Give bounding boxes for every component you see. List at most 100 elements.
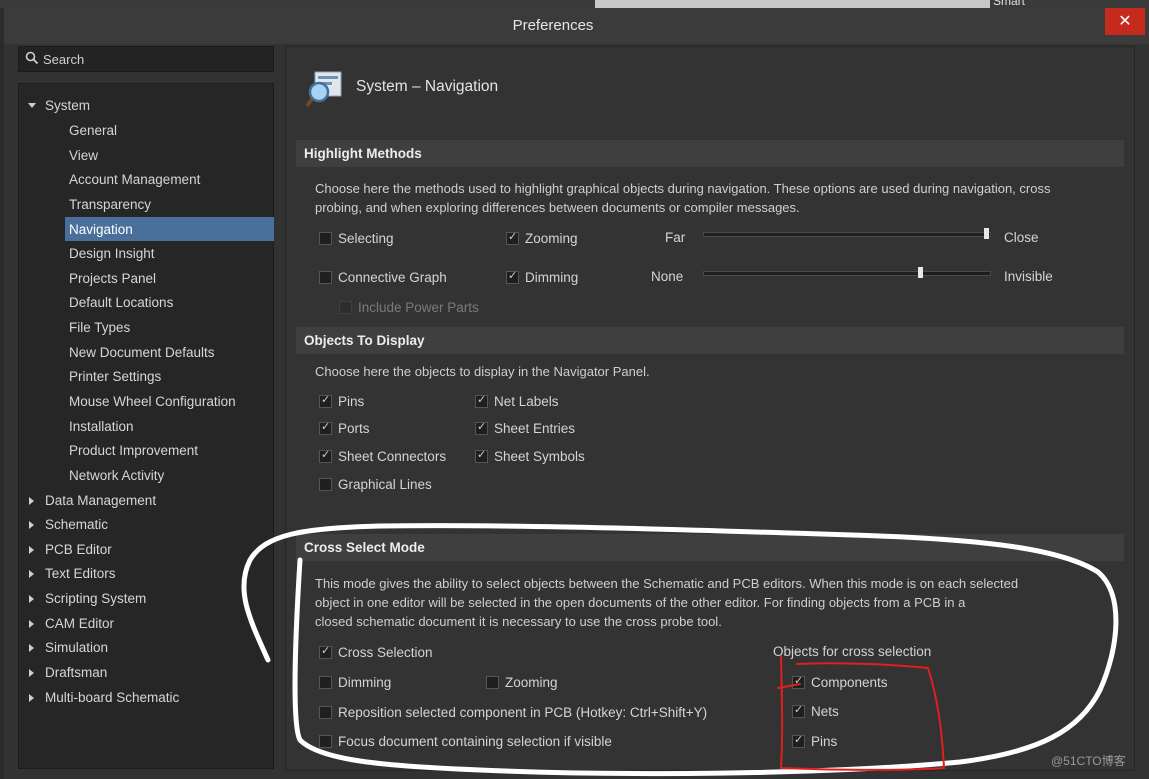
checkbox-label: Sheet Symbols: [494, 449, 585, 464]
checkbox-box: [506, 230, 519, 245]
navigation-magnifier-icon: [305, 71, 342, 108]
slider-fill: [704, 272, 921, 275]
checkbox-box: [475, 393, 488, 408]
checkbox-label: Pins: [811, 734, 838, 749]
tree-item-new-document-defaults[interactable]: New Document Defaults: [69, 345, 215, 360]
checkbox-box: [319, 232, 332, 245]
checkbox-label: Include Power Parts: [358, 300, 479, 315]
tree-node-simulation[interactable]: Simulation: [29, 640, 109, 655]
checkbox-box: [792, 703, 805, 718]
checkbox-box: [319, 420, 332, 435]
objects-for-cross-selection-label: Objects for cross selection: [773, 644, 932, 659]
tree-item-general[interactable]: General: [69, 123, 117, 138]
sheet-entries-display-checkbox[interactable]: Sheet Entries: [475, 420, 575, 436]
checkbox-label: Zooming: [505, 675, 558, 690]
tree-node-label: Scripting System: [45, 591, 147, 606]
tree-item-transparency[interactable]: Transparency: [69, 197, 151, 212]
zoom-precision-slider[interactable]: [703, 228, 991, 239]
checkbox-label: Cross Selection: [338, 645, 433, 660]
search-icon: [25, 51, 39, 65]
collapsed-arrow-icon: [29, 644, 34, 652]
graphical-lines-display-checkbox[interactable]: Graphical Lines: [319, 477, 432, 492]
checkbox-box: [475, 448, 488, 463]
tree-node-label: System: [45, 98, 91, 113]
slider-thumb[interactable]: [918, 267, 923, 278]
tree-node-cam-editor[interactable]: CAM Editor: [29, 616, 115, 631]
checkbox-label: Zooming: [525, 231, 578, 246]
reposition-component-checkbox[interactable]: Reposition selected component in PCB (Ho…: [319, 705, 708, 720]
focus-document-checkbox[interactable]: Focus document containing selection if v…: [319, 734, 612, 749]
collapsed-arrow-icon: [29, 669, 34, 677]
net-labels-display-checkbox[interactable]: Net Labels: [475, 393, 559, 409]
tree-node-pcb-editor[interactable]: PCB Editor: [29, 542, 112, 557]
checkbox-label: Ports: [338, 421, 370, 436]
checkbox-box: [319, 271, 332, 284]
checkbox-label: Components: [811, 675, 888, 690]
tree-node-label: Simulation: [45, 640, 109, 655]
close-button[interactable]: ✕: [1105, 8, 1145, 35]
pins-display-checkbox[interactable]: Pins: [319, 393, 365, 409]
tree-item-file-types[interactable]: File Types: [69, 320, 130, 335]
checkbox-label: Sheet Connectors: [338, 449, 447, 464]
sheet-connectors-display-checkbox[interactable]: Sheet Connectors: [319, 448, 447, 464]
zoom-close-label: Close: [1004, 230, 1039, 245]
tree-item-printer-settings[interactable]: Printer Settings: [69, 369, 161, 384]
section-cross-select-mode: Cross Select Mode: [296, 534, 1124, 561]
slider-thumb[interactable]: [984, 228, 989, 239]
checkbox-box: [506, 269, 519, 284]
tree-node-multi-board-schematic[interactable]: Multi-board Schematic: [29, 690, 180, 705]
sheet-symbols-display-checkbox[interactable]: Sheet Symbols: [475, 448, 585, 464]
dimming-checkbox[interactable]: Dimming: [506, 269, 579, 285]
tree-item-design-insight[interactable]: Design Insight: [69, 246, 155, 261]
title-bar: Preferences ✕: [4, 8, 1149, 44]
cross-description-line-3: closed schematic document it is necessar…: [315, 614, 722, 629]
dimming-level-slider[interactable]: [703, 267, 991, 278]
checkbox-label: Dimming: [525, 270, 579, 285]
connective-graph-checkbox[interactable]: Connective Graph: [319, 270, 447, 285]
tree-node-label: CAM Editor: [45, 616, 115, 631]
ports-display-checkbox[interactable]: Ports: [319, 420, 370, 436]
tree-item-navigation[interactable]: Navigation: [69, 222, 133, 237]
tree-node-data-management[interactable]: Data Management: [29, 493, 156, 508]
tree-node-schematic[interactable]: Schematic: [29, 517, 108, 532]
checkbox-label: Focus document containing selection if v…: [338, 734, 612, 749]
tree-item-product-improvement[interactable]: Product Improvement: [69, 443, 198, 458]
components-cross-checkbox[interactable]: Components: [792, 674, 888, 690]
tree-node-label: Text Editors: [45, 566, 116, 581]
background-text: Smart: [993, 0, 1026, 8]
include-power-parts-checkbox[interactable]: Include Power Parts: [339, 300, 479, 315]
collapsed-arrow-icon: [29, 497, 34, 505]
cross-zooming-checkbox[interactable]: Zooming: [486, 675, 558, 690]
objects-description: Choose here the objects to display in th…: [315, 364, 650, 379]
tree-node-label: Multi-board Schematic: [45, 690, 180, 705]
cross-dimming-checkbox[interactable]: Dimming: [319, 675, 391, 690]
checkbox-box: [339, 301, 352, 314]
section-highlight-methods: Highlight Methods: [296, 140, 1124, 167]
zooming-checkbox[interactable]: Zooming: [506, 230, 578, 246]
search-input[interactable]: Search: [18, 46, 274, 72]
checkbox-label: Net Labels: [494, 394, 559, 409]
tree-item-installation[interactable]: Installation: [69, 419, 134, 434]
checkbox-box: [319, 706, 332, 719]
tree-item-view[interactable]: View: [69, 148, 98, 163]
checkbox-label: Pins: [338, 394, 365, 409]
tree-item-network-activity[interactable]: Network Activity: [69, 468, 164, 483]
tree-item-mouse-wheel-configuration[interactable]: Mouse Wheel Configuration: [69, 394, 236, 409]
checkbox-box: [319, 676, 332, 689]
dim-invisible-label: Invisible: [1004, 269, 1053, 284]
nets-cross-checkbox[interactable]: Nets: [792, 703, 839, 719]
tree-item-default-locations[interactable]: Default Locations: [69, 295, 173, 310]
tree-node-draftsman[interactable]: Draftsman: [29, 665, 107, 680]
tree-node-scripting-system[interactable]: Scripting System: [29, 591, 147, 606]
tree-node-text-editors[interactable]: Text Editors: [29, 566, 116, 581]
cross-description-line-1: This mode gives the ability to select ob…: [315, 576, 1019, 591]
cross-selection-checkbox[interactable]: Cross Selection: [319, 644, 433, 660]
selecting-checkbox[interactable]: Selecting: [319, 231, 394, 246]
tree-node-label: PCB Editor: [45, 542, 112, 557]
tree-node-system[interactable]: System: [28, 98, 91, 113]
pins-cross-checkbox[interactable]: Pins: [792, 733, 838, 749]
tree-item-account-management[interactable]: Account Management: [69, 172, 200, 187]
collapsed-arrow-icon: [29, 570, 34, 578]
checkbox-label: Reposition selected component in PCB (Ho…: [338, 705, 708, 720]
tree-item-projects-panel[interactable]: Projects Panel: [69, 271, 156, 286]
